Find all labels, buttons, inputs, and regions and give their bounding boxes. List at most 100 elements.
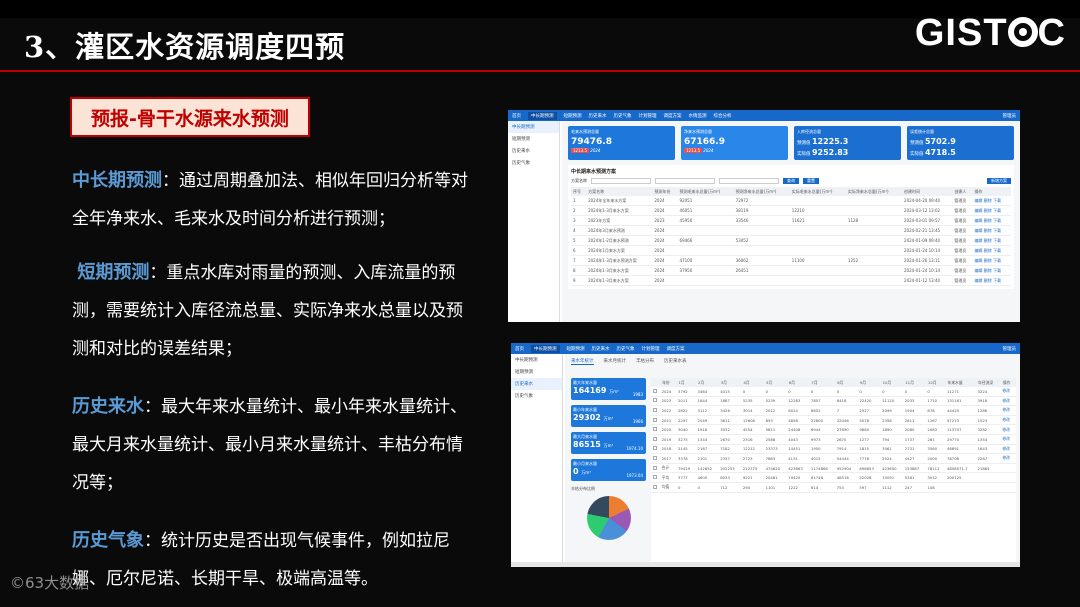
- edit-link[interactable]: 修改: [1002, 446, 1010, 451]
- table-cell: 23373: [764, 444, 787, 455]
- nav-item[interactable]: 首页: [512, 113, 521, 119]
- cell-text: 2024年1-2月来水预测: [588, 237, 629, 243]
- search-button[interactable]: 查询: [783, 178, 799, 184]
- column-header[interactable]: 实际毛来水总量(万m³): [789, 187, 846, 196]
- row-checkbox[interactable]: [652, 398, 657, 403]
- card-sub-badge: 1213.5: [684, 148, 702, 153]
- date-range-input[interactable]: [719, 178, 779, 184]
- nav-item[interactable]: 水情监测: [689, 113, 707, 119]
- edit-link[interactable]: 修改: [1002, 398, 1010, 403]
- row-actions[interactable]: 编辑 删除 下载: [975, 268, 1002, 273]
- column-header[interactable]: 序号: [571, 187, 587, 196]
- plan-name-input[interactable]: [591, 178, 651, 184]
- row-checkbox[interactable]: [652, 475, 657, 480]
- sidebar-item[interactable]: 历史来水: [508, 145, 559, 157]
- edit-link[interactable]: 修改: [1002, 455, 1010, 460]
- tab-distribution[interactable]: 丰枯分布: [636, 358, 654, 365]
- add-plan-button[interactable]: 新增方案: [987, 178, 1011, 184]
- row-checkbox[interactable]: [652, 446, 657, 451]
- box-year: 1983: [632, 392, 643, 397]
- nav-item[interactable]: 历史来水: [592, 346, 610, 352]
- table-cell: 54444: [835, 453, 858, 464]
- tab-history-table[interactable]: 历史来水表: [664, 358, 687, 365]
- sidebar-item[interactable]: 历史来水: [511, 378, 562, 390]
- year-select[interactable]: [655, 178, 715, 184]
- row-checkbox[interactable]: [652, 455, 657, 460]
- nav-item[interactable]: 历史气象: [617, 346, 635, 352]
- tab-month-stat[interactable]: 来水月统计: [604, 358, 627, 365]
- column-header[interactable]: 创建时间: [902, 187, 953, 196]
- row-actions[interactable]: 编辑 删除 下载: [975, 278, 1002, 283]
- row-checkbox[interactable]: [652, 436, 657, 441]
- sidebar-item[interactable]: 短期预测: [511, 366, 562, 378]
- column-header[interactable]: 预测年份: [652, 187, 678, 196]
- nav-item-selected[interactable]: 中长期预测: [531, 344, 560, 353]
- row-checkbox[interactable]: [652, 407, 657, 412]
- row-actions[interactable]: 编辑 删除 下载: [975, 228, 1002, 233]
- sidebar-item[interactable]: 短期预测: [508, 133, 559, 145]
- row-actions[interactable]: 编辑 删除 下载: [975, 248, 1002, 253]
- table-cell: 3014: [741, 405, 765, 416]
- table-cell: [651, 396, 661, 407]
- row-actions[interactable]: 编辑 删除 下载: [975, 218, 1002, 223]
- sidebar-item[interactable]: 历史气象: [508, 157, 559, 169]
- row-checkbox[interactable]: [652, 465, 657, 470]
- edit-link[interactable]: 修改: [1002, 436, 1010, 441]
- column-header[interactable]: 预测净来水总量(万m³): [733, 187, 790, 196]
- table-cell: [651, 444, 661, 455]
- reset-button[interactable]: 重置: [803, 178, 819, 184]
- table-cell: [1000, 463, 1016, 474]
- row-checkbox[interactable]: [652, 417, 657, 422]
- nav-item[interactable]: 计划管理: [642, 346, 660, 352]
- user-name[interactable]: 管理员: [1003, 113, 1017, 119]
- table-cell: 1918: [696, 424, 719, 435]
- nav-item[interactable]: 调度方案: [667, 346, 685, 352]
- nav-item[interactable]: 短期预测: [564, 113, 582, 119]
- table-cell: 7: [571, 255, 587, 266]
- summary-box: 最大年来水量 164169 万m³ 1983: [571, 378, 646, 400]
- nav-item[interactable]: 短期预测: [567, 346, 585, 352]
- sidebar-item[interactable]: 历史气象: [511, 390, 562, 402]
- nav-item[interactable]: 综合分析: [714, 113, 732, 119]
- tab-year-stat[interactable]: 来水年统计: [571, 358, 594, 365]
- cell-text: 0: [788, 388, 791, 394]
- column-header[interactable]: 实际净来水总量(万m³): [845, 187, 903, 196]
- row-actions[interactable]: 编辑 删除 下载: [975, 208, 1002, 213]
- para-key: 历史气象: [72, 530, 144, 551]
- cell-text: 113707: [946, 427, 962, 433]
- table-cell: 2024-01-24 10:14: [902, 245, 953, 256]
- column-header[interactable]: 创建人: [952, 187, 973, 196]
- edit-link[interactable]: 修改: [1002, 407, 1010, 412]
- row-actions[interactable]: 编辑 删除 下载: [975, 258, 1002, 263]
- nav-item[interactable]: 历史来水: [589, 113, 607, 119]
- edit-link[interactable]: 修改: [1002, 388, 1010, 393]
- table-cell: 1523: [975, 415, 1001, 426]
- sidebar-item[interactable]: 中长期预测: [508, 121, 559, 133]
- sidebar-item[interactable]: 中长期预测: [511, 354, 562, 366]
- cell-text: 4: [573, 228, 576, 233]
- column-header[interactable]: 预测毛来水总量(万m³): [677, 187, 734, 196]
- table-cell: 7: [835, 405, 858, 416]
- row-checkbox[interactable]: [652, 388, 657, 393]
- table-cell: 0: [764, 387, 787, 397]
- nav-item-selected[interactable]: 中长期预测: [528, 111, 557, 120]
- user-name[interactable]: 管理员: [1003, 346, 1017, 352]
- nav-item[interactable]: 计划管理: [639, 113, 657, 119]
- edit-link[interactable]: 修改: [1002, 417, 1010, 422]
- cell-text: 2083: [927, 427, 938, 433]
- table-cell: 编辑 删除 下载: [972, 196, 1011, 206]
- edit-link[interactable]: 修改: [1002, 427, 1010, 432]
- row-checkbox[interactable]: [652, 484, 657, 489]
- table-cell: 2527: [857, 405, 881, 416]
- nav-item[interactable]: 首页: [515, 346, 524, 352]
- row-actions[interactable]: 编辑 删除 下载: [975, 198, 1002, 203]
- nav-item[interactable]: 历史气象: [614, 113, 632, 119]
- row-checkbox[interactable]: [652, 427, 657, 432]
- cell-text: 2024: [654, 228, 665, 233]
- table-cell: 2020: [660, 424, 677, 435]
- column-header[interactable]: 操作: [972, 187, 1011, 196]
- nav-item[interactable]: 调度方案: [664, 113, 682, 119]
- column-header[interactable]: 方案名称: [586, 187, 653, 196]
- row-actions[interactable]: 编辑 删除 下载: [975, 238, 1002, 243]
- cell-text: 平均: [661, 474, 670, 480]
